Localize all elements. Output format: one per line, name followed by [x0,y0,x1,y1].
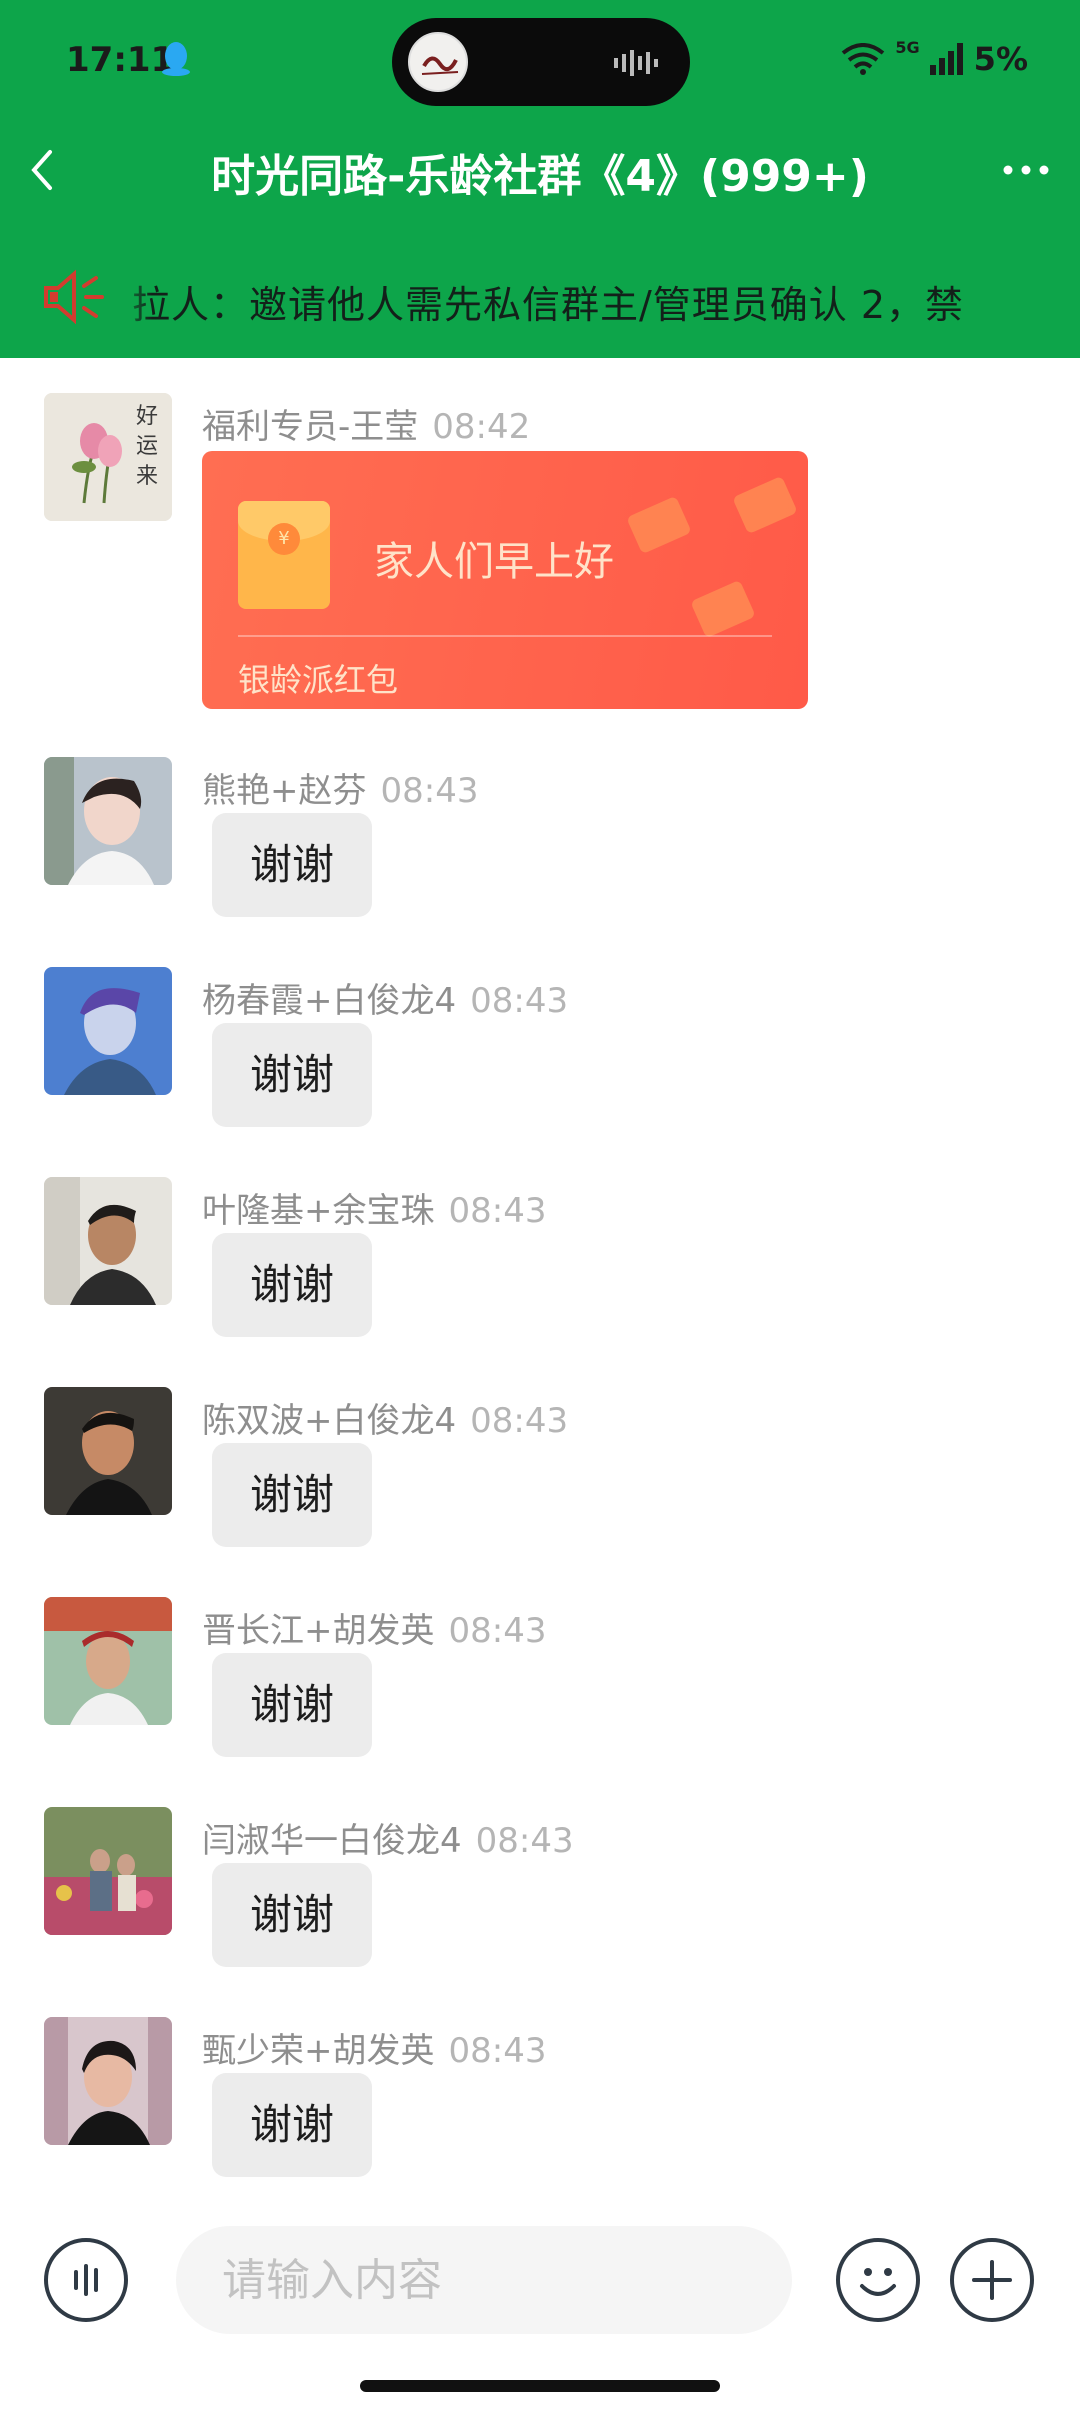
red-packet-label: 银龄派红包 [238,661,399,699]
speaker-icon [44,269,104,325]
qq-penguin-icon [162,42,190,76]
message-bubble[interactable]: 谢谢 [212,1023,372,1127]
message-bubble[interactable]: 谢谢 [212,2073,372,2177]
yuan-coin-icon: ¥ [268,523,300,555]
sender-line: 陈双波+白俊龙4 08:43 [202,1393,568,1442]
sender-name: 叶隆基+余宝珠 [202,1191,435,1231]
announcement-bar[interactable]: 拉人：邀请他人需先私信群主/管理员确认 2，禁 [0,250,1080,344]
media-avatar-icon [408,32,468,92]
more-actions-button[interactable] [950,2238,1034,2322]
message-time: 08:43 [470,1401,569,1441]
avatar[interactable] [44,1597,172,1725]
divider [238,635,772,637]
sender-name: 熊艳+赵芬 [202,771,367,811]
signal-icon [929,43,963,75]
avatar[interactable] [44,967,172,1095]
message-bubble[interactable]: 谢谢 [212,1653,372,1757]
red-packet-greeting: 家人们早上好 [374,539,614,585]
packet-decoration [732,475,798,535]
smiley-icon [860,2268,896,2296]
network-type: 5G [895,37,920,57]
more-options-icon[interactable] [996,150,1056,190]
status-time: 17:11 [66,40,175,80]
sender-name: 陈双波+白俊龙4 [202,1401,457,1441]
battery-percent: 5% [973,40,1028,78]
voice-input-button[interactable] [44,2238,128,2322]
sender-line: 叶隆基+余宝珠 08:43 [202,1183,546,1232]
avatar[interactable] [44,1387,172,1515]
sender-name: 甄少荣+胡发英 [202,2031,435,2071]
input-bar [0,2196,1080,2412]
sender-line: 闫淑华一白俊龙4 08:43 [202,1813,574,1862]
chat-header: 17:11 5G 5% 时光同路-乐龄社群《4》(999+) 拉人：邀请他人需先… [0,0,1080,358]
packet-decoration [690,579,756,639]
audio-wave-icon [614,50,658,76]
sender-name: 杨春霞+白俊龙4 [202,981,457,1021]
sender-line: 甄少荣+胡发英 08:43 [202,2023,546,2072]
svg-text:运: 运 [136,434,158,459]
avatar[interactable] [44,757,172,885]
avatar[interactable]: 好 运 来 [44,393,172,521]
sender-name: 晋长江+胡发英 [202,1611,435,1651]
avatar[interactable] [44,1807,172,1935]
sender-name: 闫淑华一白俊龙4 [202,1821,462,1861]
status-icons: 5G 5% [841,37,1028,78]
message-bubble[interactable]: 谢谢 [212,1443,372,1547]
plus-icon [972,2260,1012,2300]
message-time: 08:43 [475,1821,574,1861]
dynamic-island[interactable] [392,18,690,106]
emoji-button[interactable] [836,2238,920,2322]
announcement-text: 拉人：邀请他人需先私信群主/管理员确认 2，禁 [132,283,965,327]
message-time: 08:43 [448,1611,547,1651]
sender-line: 杨春霞+白俊龙4 08:43 [202,973,568,1022]
packet-decoration [626,495,692,555]
announcement-fade [112,250,152,344]
home-indicator[interactable] [360,2380,720,2392]
red-envelope-icon: ¥ [238,501,330,609]
svg-text:好: 好 [136,404,158,429]
avatar[interactable] [44,1177,172,1305]
sender-line: 熊艳+赵芬 08:43 [202,763,478,812]
message-input[interactable] [176,2226,792,2334]
message-bubble[interactable]: 谢谢 [212,1863,372,1967]
message-time: 08:43 [470,981,569,1021]
message-input-wrapper [176,2226,792,2334]
message-bubble[interactable]: 谢谢 [212,1233,372,1337]
group-title: 时光同路-乐龄社群《4》(999+) [211,151,869,202]
message-time: 08:43 [448,2031,547,2071]
svg-text:来: 来 [136,464,158,489]
sender-name: 福利专员-王莹 [202,407,419,447]
wifi-icon [842,43,885,75]
avatar[interactable] [44,2017,172,2145]
voice-wave-icon [74,2264,98,2296]
message-bubble[interactable]: 谢谢 [212,813,372,917]
message-time: 08:42 [432,407,531,447]
message-time: 08:43 [380,771,479,811]
sender-line: 福利专员-王莹 08:42 [202,399,530,448]
sender-line: 晋长江+胡发英 08:43 [202,1603,546,1652]
message-time: 08:43 [448,1191,547,1231]
red-packet-card[interactable]: ¥ 家人们早上好 银龄派红包 [202,451,808,709]
